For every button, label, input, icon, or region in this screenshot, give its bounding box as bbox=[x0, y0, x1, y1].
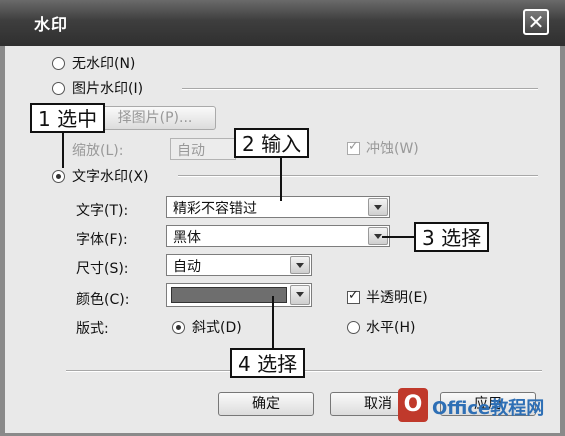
text-watermark-radio[interactable] bbox=[52, 170, 65, 183]
window-title: 水印 bbox=[34, 15, 69, 34]
washout-checkbox[interactable]: ✓ bbox=[347, 139, 360, 155]
size-select[interactable]: 自动 bbox=[166, 254, 312, 276]
text-label: 文字(T): bbox=[76, 203, 129, 219]
callout-step-1-text: 1 选中 bbox=[38, 107, 98, 131]
callout-line-4 bbox=[272, 296, 274, 348]
callout-step-3: 3 选择 bbox=[414, 222, 490, 252]
no-watermark-radio[interactable] bbox=[52, 57, 65, 70]
washout-label: 冲蚀(W) bbox=[366, 141, 419, 157]
no-watermark-label[interactable]: 无水印(N) bbox=[72, 53, 135, 73]
ok-button[interactable]: 确定 bbox=[218, 392, 314, 416]
close-button[interactable]: ✕ bbox=[523, 9, 549, 35]
check-icon: ✓ bbox=[348, 139, 359, 154]
color-label: 颜色(C): bbox=[76, 292, 130, 308]
title-bar: 水印 ✕ bbox=[0, 0, 565, 46]
select-picture-button[interactable]: 择图片(P)... bbox=[94, 106, 216, 130]
chevron-down-icon[interactable] bbox=[290, 256, 310, 274]
callout-step-2: 2 输入 bbox=[234, 128, 310, 158]
separator-text bbox=[178, 175, 538, 177]
color-select[interactable] bbox=[166, 283, 312, 307]
check-icon: ✓ bbox=[348, 288, 359, 303]
semitransparent-checkbox[interactable]: ✓ bbox=[347, 288, 360, 304]
select-picture-label: 择图片(P)... bbox=[117, 110, 193, 126]
callout-step-1: 1 选中 bbox=[30, 103, 106, 133]
horizontal-label[interactable]: 水平(H) bbox=[366, 317, 415, 337]
callout-step-2-text: 2 输入 bbox=[242, 132, 302, 156]
text-value: 精彩不容错过 bbox=[173, 201, 257, 217]
scale-select[interactable]: 自动 bbox=[170, 138, 236, 160]
chevron-down-icon[interactable] bbox=[368, 198, 388, 216]
font-label: 字体(F): bbox=[76, 232, 128, 248]
diagonal-label[interactable]: 斜式(D) bbox=[192, 317, 242, 337]
callout-line-1 bbox=[62, 132, 64, 168]
separator-picture bbox=[182, 88, 538, 90]
callout-step-4: 4 选择 bbox=[230, 348, 306, 378]
close-icon: ✕ bbox=[527, 10, 545, 34]
ok-label: 确定 bbox=[252, 396, 280, 412]
horizontal-radio[interactable] bbox=[347, 321, 360, 334]
text-watermark-label[interactable]: 文字水印(X) bbox=[72, 166, 149, 186]
font-value: 黑体 bbox=[173, 230, 201, 246]
scale-label: 缩放(L): bbox=[72, 143, 124, 159]
callout-step-3-text: 3 选择 bbox=[422, 226, 482, 250]
scale-value: 自动 bbox=[177, 143, 205, 159]
cancel-label: 取消 bbox=[364, 396, 392, 412]
diagonal-radio[interactable] bbox=[172, 321, 185, 334]
office-logo-icon: O bbox=[398, 388, 428, 422]
size-value: 自动 bbox=[173, 259, 201, 275]
semitransparent-label[interactable]: 半透明(E) bbox=[366, 287, 428, 307]
text-combobox[interactable]: 精彩不容错过 bbox=[166, 196, 390, 218]
callout-line-2 bbox=[280, 157, 282, 201]
font-select[interactable]: 黑体 bbox=[166, 225, 390, 247]
callout-line-3 bbox=[382, 236, 414, 238]
layout-label: 版式: bbox=[76, 321, 109, 337]
chevron-down-icon[interactable] bbox=[290, 285, 310, 305]
watermark-logo-text: Office教程网 bbox=[432, 398, 545, 419]
callout-step-4-text: 4 选择 bbox=[238, 352, 298, 376]
color-swatch bbox=[171, 287, 287, 303]
size-label: 尺寸(S): bbox=[76, 261, 129, 277]
picture-watermark-radio[interactable] bbox=[52, 82, 65, 95]
picture-watermark-label[interactable]: 图片水印(I) bbox=[72, 78, 143, 98]
